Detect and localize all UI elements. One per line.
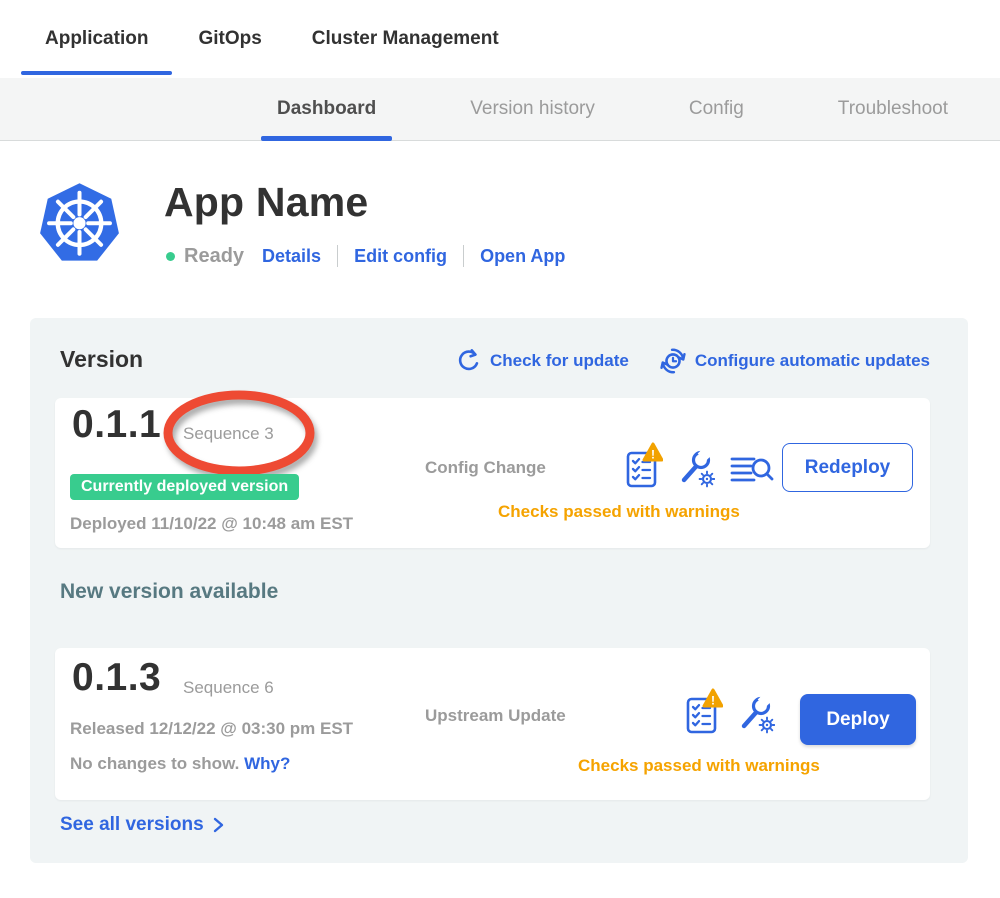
deploy-button[interactable]: Deploy <box>800 694 916 745</box>
top-nav: Application GitOps Cluster Management <box>0 0 1000 78</box>
see-all-versions-label: See all versions <box>60 814 204 836</box>
current-source-label: Config Change <box>425 458 546 478</box>
page-title: App Name <box>164 179 368 226</box>
clock-refresh-icon <box>659 347 687 375</box>
open-app-link[interactable]: Open App <box>480 246 565 267</box>
sub-tab-dashboard[interactable]: Dashboard <box>261 78 392 141</box>
app-status-row: Ready Details Edit config Open App <box>166 243 565 269</box>
new-version-icons: ! <box>685 688 775 736</box>
refresh-icon <box>456 348 482 374</box>
divider <box>463 245 464 267</box>
chevron-right-icon <box>210 815 226 835</box>
deployed-timestamp: Deployed 11/10/22 @ 10:48 am EST <box>70 514 353 534</box>
current-version-icons: ! <box>625 442 775 490</box>
version-heading: Version <box>60 346 143 373</box>
sub-tab-troubleshoot-label: Troubleshoot <box>838 98 948 120</box>
details-link[interactable]: Details <box>262 246 321 267</box>
warning-triangle-icon: ! <box>644 444 662 462</box>
new-source-label: Upstream Update <box>425 706 566 726</box>
view-diff-icon[interactable] <box>729 442 775 490</box>
status-label: Ready <box>184 245 244 268</box>
no-changes-text: No changes to show. <box>70 754 239 773</box>
top-tab-gitops[interactable]: GitOps <box>174 0 285 78</box>
kubernetes-logo-icon <box>36 177 123 266</box>
configure-automatic-updates-button[interactable]: Configure automatic updates <box>659 347 930 375</box>
top-tab-cluster-management[interactable]: Cluster Management <box>288 0 523 78</box>
svg-text:!: ! <box>711 694 715 708</box>
top-tab-application-label: Application <box>45 28 148 50</box>
warning-triangle-icon: ! <box>704 690 722 708</box>
top-tab-application[interactable]: Application <box>21 0 172 78</box>
see-all-versions-link[interactable]: See all versions <box>60 814 226 836</box>
gear-icon <box>760 718 775 733</box>
sub-tab-troubleshoot[interactable]: Troubleshoot <box>822 78 964 141</box>
currently-deployed-badge: Currently deployed version <box>70 474 299 500</box>
current-checks-status: Checks passed with warnings <box>498 502 740 522</box>
preflight-checks-icon[interactable]: ! <box>625 442 663 490</box>
released-timestamp: Released 12/12/22 @ 03:30 pm EST <box>70 719 353 739</box>
version-panel: Version Check for update Configur <box>30 318 968 863</box>
sub-tab-config-label: Config <box>689 98 744 120</box>
top-tab-gitops-label: GitOps <box>198 28 261 50</box>
divider <box>337 245 338 267</box>
check-for-update-button[interactable]: Check for update <box>456 348 629 374</box>
version-actions: Check for update Configure automatic upd… <box>456 347 930 375</box>
config-wrench-icon[interactable] <box>737 688 775 736</box>
edit-config-link[interactable]: Edit config <box>354 246 447 267</box>
top-tab-cluster-management-label: Cluster Management <box>312 28 499 50</box>
current-version-number: 0.1.1 <box>72 403 161 447</box>
why-link[interactable]: Why? <box>244 754 290 773</box>
status-dot-icon <box>166 252 175 261</box>
no-changes-line: No changes to show. Why? <box>70 754 290 774</box>
sub-tab-dashboard-label: Dashboard <box>277 98 376 120</box>
sub-tab-version-history-label: Version history <box>470 98 595 120</box>
new-version-sequence: Sequence 6 <box>183 678 274 698</box>
new-checks-status: Checks passed with warnings <box>578 756 820 776</box>
current-version-card: 0.1.1 Sequence 3 Currently deployed vers… <box>55 398 930 548</box>
redeploy-button[interactable]: Redeploy <box>782 443 913 492</box>
app-dashboard-screen: Application GitOps Cluster Management Da… <box>0 0 1000 898</box>
current-version-sequence: Sequence 3 <box>183 424 274 444</box>
new-version-heading: New version available <box>60 580 278 604</box>
sub-nav: Dashboard Version history Config Trouble… <box>0 78 1000 141</box>
check-for-update-label: Check for update <box>490 351 629 371</box>
configure-automatic-updates-label: Configure automatic updates <box>695 351 930 371</box>
sub-tab-version-history[interactable]: Version history <box>454 78 611 141</box>
new-version-number: 0.1.3 <box>72 656 161 700</box>
preflight-checks-icon[interactable]: ! <box>685 688 723 736</box>
sub-tab-config[interactable]: Config <box>673 78 760 141</box>
config-wrench-icon[interactable] <box>677 442 715 490</box>
gear-icon <box>700 472 715 487</box>
new-version-card: 0.1.3 Sequence 6 Released 12/12/22 @ 03:… <box>55 648 930 800</box>
svg-text:!: ! <box>651 448 655 462</box>
